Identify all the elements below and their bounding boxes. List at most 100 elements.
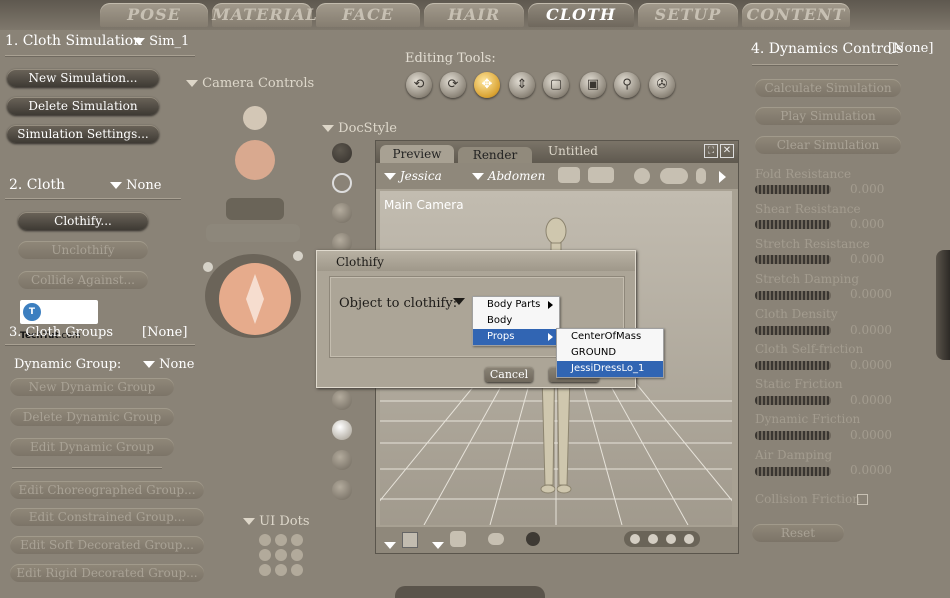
direct-manipulation-icon[interactable]: ✇ [649, 72, 675, 98]
tab-pose[interactable]: POSE [100, 3, 208, 27]
move-xy-icon[interactable] [660, 168, 688, 184]
edit-constrained-group-button[interactable]: Edit Constrained Group... [10, 508, 204, 526]
face-camera-icon[interactable] [235, 140, 275, 180]
cloth-density-slider[interactable] [755, 326, 831, 335]
delete-dynamic-group-button[interactable]: Delete Dynamic Group [10, 408, 174, 426]
dynamic-friction-value[interactable]: 0.0000 [850, 428, 892, 442]
body-camera-icon[interactable] [226, 198, 284, 220]
tab-face[interactable]: FACE [316, 3, 420, 27]
ui-dots-header[interactable]: UI Dots [243, 514, 310, 529]
cloth-density-value[interactable]: 0.0000 [850, 323, 892, 337]
menu-item-body[interactable]: Body [473, 313, 559, 329]
docstyle-header[interactable]: DocStyle [322, 121, 397, 136]
docstyle-outline-icon[interactable] [332, 173, 352, 193]
cloth-dropdown[interactable]: None [110, 178, 161, 193]
layout-dot-icon[interactable] [666, 534, 676, 544]
layout-dot-icon[interactable] [630, 534, 640, 544]
cancel-button[interactable]: Cancel [485, 367, 533, 382]
edit-dynamic-group-button[interactable]: Edit Dynamic Group [10, 438, 174, 456]
tab-hair[interactable]: HAIR [424, 3, 524, 27]
small-dot-icon[interactable] [293, 251, 303, 261]
menu-item-body-parts[interactable]: Body Parts [473, 297, 559, 313]
stretch-resistance-value[interactable]: 0.000 [850, 252, 884, 266]
menu-item-props[interactable]: Props [473, 329, 559, 345]
fold-resistance-slider[interactable] [755, 185, 831, 194]
docstyle-smooth-icon[interactable] [332, 420, 352, 440]
maximize-icon[interactable]: ⛶ [704, 144, 718, 158]
body-part-dropdown[interactable]: Abdomen [472, 169, 545, 183]
trackball-small-icon[interactable] [634, 168, 650, 184]
play-simulation-button[interactable]: Play Simulation [755, 107, 901, 125]
cloth-self-friction-slider[interactable] [755, 361, 831, 370]
tab-preview[interactable]: Preview [380, 145, 454, 163]
bottom-panel-handle[interactable] [395, 586, 545, 598]
taper-tool-icon[interactable]: ▣ [580, 72, 606, 98]
menu-item-centerofmass[interactable]: CenterOfMass [557, 329, 663, 345]
camera-controls-header[interactable]: Camera Controls [186, 76, 314, 91]
figure-dropdown[interactable]: Jessica [384, 169, 442, 183]
fold-resistance-value[interactable]: 0.000 [850, 182, 884, 196]
collision-friction-checkbox[interactable] [857, 494, 868, 505]
reset-button[interactable]: Reset [752, 524, 844, 542]
scale-tool-icon[interactable]: ▢ [543, 72, 569, 98]
new-simulation-button[interactable]: New Simulation... [7, 69, 159, 87]
tab-material[interactable]: MATERIAL [212, 3, 317, 27]
translate-in-out-icon[interactable]: ⇕ [509, 72, 535, 98]
ui-dots-grid[interactable] [258, 533, 306, 577]
stretch-resistance-slider[interactable] [755, 255, 831, 264]
side-panel-handle[interactable] [936, 250, 950, 360]
camera-controls-widget[interactable] [198, 96, 308, 341]
dynamic-friction-slider[interactable] [755, 431, 831, 440]
calculate-simulation-button[interactable]: Calculate Simulation [755, 79, 901, 97]
docstyle-flat-icon[interactable] [332, 390, 352, 410]
new-dynamic-group-button[interactable]: New Dynamic Group [10, 378, 174, 396]
edit-choreographed-group-button[interactable]: Edit Choreographed Group... [10, 481, 204, 499]
clear-simulation-button[interactable]: Clear Simulation [755, 136, 901, 154]
stretch-damping-slider[interactable] [755, 291, 831, 300]
menu-item-ground[interactable]: GROUND [557, 345, 663, 361]
air-damping-slider[interactable] [755, 467, 831, 476]
stretch-damping-value[interactable]: 0.0000 [850, 287, 892, 301]
trackball-bar[interactable] [206, 224, 300, 242]
magnify-tool-icon[interactable]: ⚲ [614, 72, 640, 98]
close-icon[interactable]: ✕ [720, 144, 734, 158]
twist-tool-icon[interactable]: ⟳ [440, 72, 466, 98]
air-damping-value[interactable]: 0.0000 [850, 463, 892, 477]
docstyle-lit-wireframe-icon[interactable] [332, 480, 352, 500]
object-dropdown-arrow-icon[interactable] [453, 298, 465, 305]
delete-simulation-button[interactable]: Delete Simulation [7, 97, 159, 115]
layout-dot-icon[interactable] [648, 534, 658, 544]
display-style-icon[interactable] [450, 531, 466, 547]
head-camera-icon[interactable] [243, 106, 267, 130]
tab-cloth[interactable]: CLOTH [528, 3, 634, 27]
ground-shadow-icon[interactable] [526, 532, 540, 546]
tab-content[interactable]: CONTENT [742, 3, 850, 27]
shear-resistance-value[interactable]: 0.000 [850, 217, 884, 231]
background-color-swatch[interactable] [402, 532, 418, 548]
fly-around-icon[interactable] [588, 167, 614, 183]
docstyle-texture-icon[interactable] [332, 450, 352, 470]
move-z-icon[interactable] [696, 168, 706, 184]
dynamic-group-dropdown[interactable]: None [143, 357, 194, 372]
collide-against-button[interactable]: Collide Against... [18, 271, 148, 289]
face-camera-small-icon[interactable] [558, 167, 580, 183]
static-friction-slider[interactable] [755, 396, 831, 405]
shear-resistance-slider[interactable] [755, 220, 831, 229]
tab-render[interactable]: Render [458, 147, 532, 163]
unclothify-button[interactable]: Unclothify [18, 241, 148, 259]
bg-color-dropdown[interactable] [384, 535, 396, 554]
edit-rigid-decorated-group-button[interactable]: Edit Rigid Decorated Group... [10, 564, 204, 582]
cloth-self-friction-value[interactable]: 0.0000 [850, 358, 892, 372]
docstyle-silhouette-icon[interactable] [332, 143, 352, 163]
shadow-icon[interactable] [488, 533, 504, 545]
display-style-dropdown[interactable] [432, 535, 444, 554]
docstyle-wireframe-icon[interactable] [332, 203, 352, 223]
clothify-button[interactable]: Clothify... [18, 212, 148, 230]
layout-dot-icon[interactable] [684, 534, 694, 544]
translate-tool-icon[interactable]: ✥ [474, 72, 500, 98]
tab-setup[interactable]: SETUP [638, 3, 738, 27]
simulation-settings-button[interactable]: Simulation Settings... [7, 125, 159, 143]
edit-soft-decorated-group-button[interactable]: Edit Soft Decorated Group... [10, 536, 204, 554]
cloth-simulation-dropdown[interactable]: Sim_1 [133, 34, 189, 49]
small-dot-icon[interactable] [203, 262, 213, 272]
